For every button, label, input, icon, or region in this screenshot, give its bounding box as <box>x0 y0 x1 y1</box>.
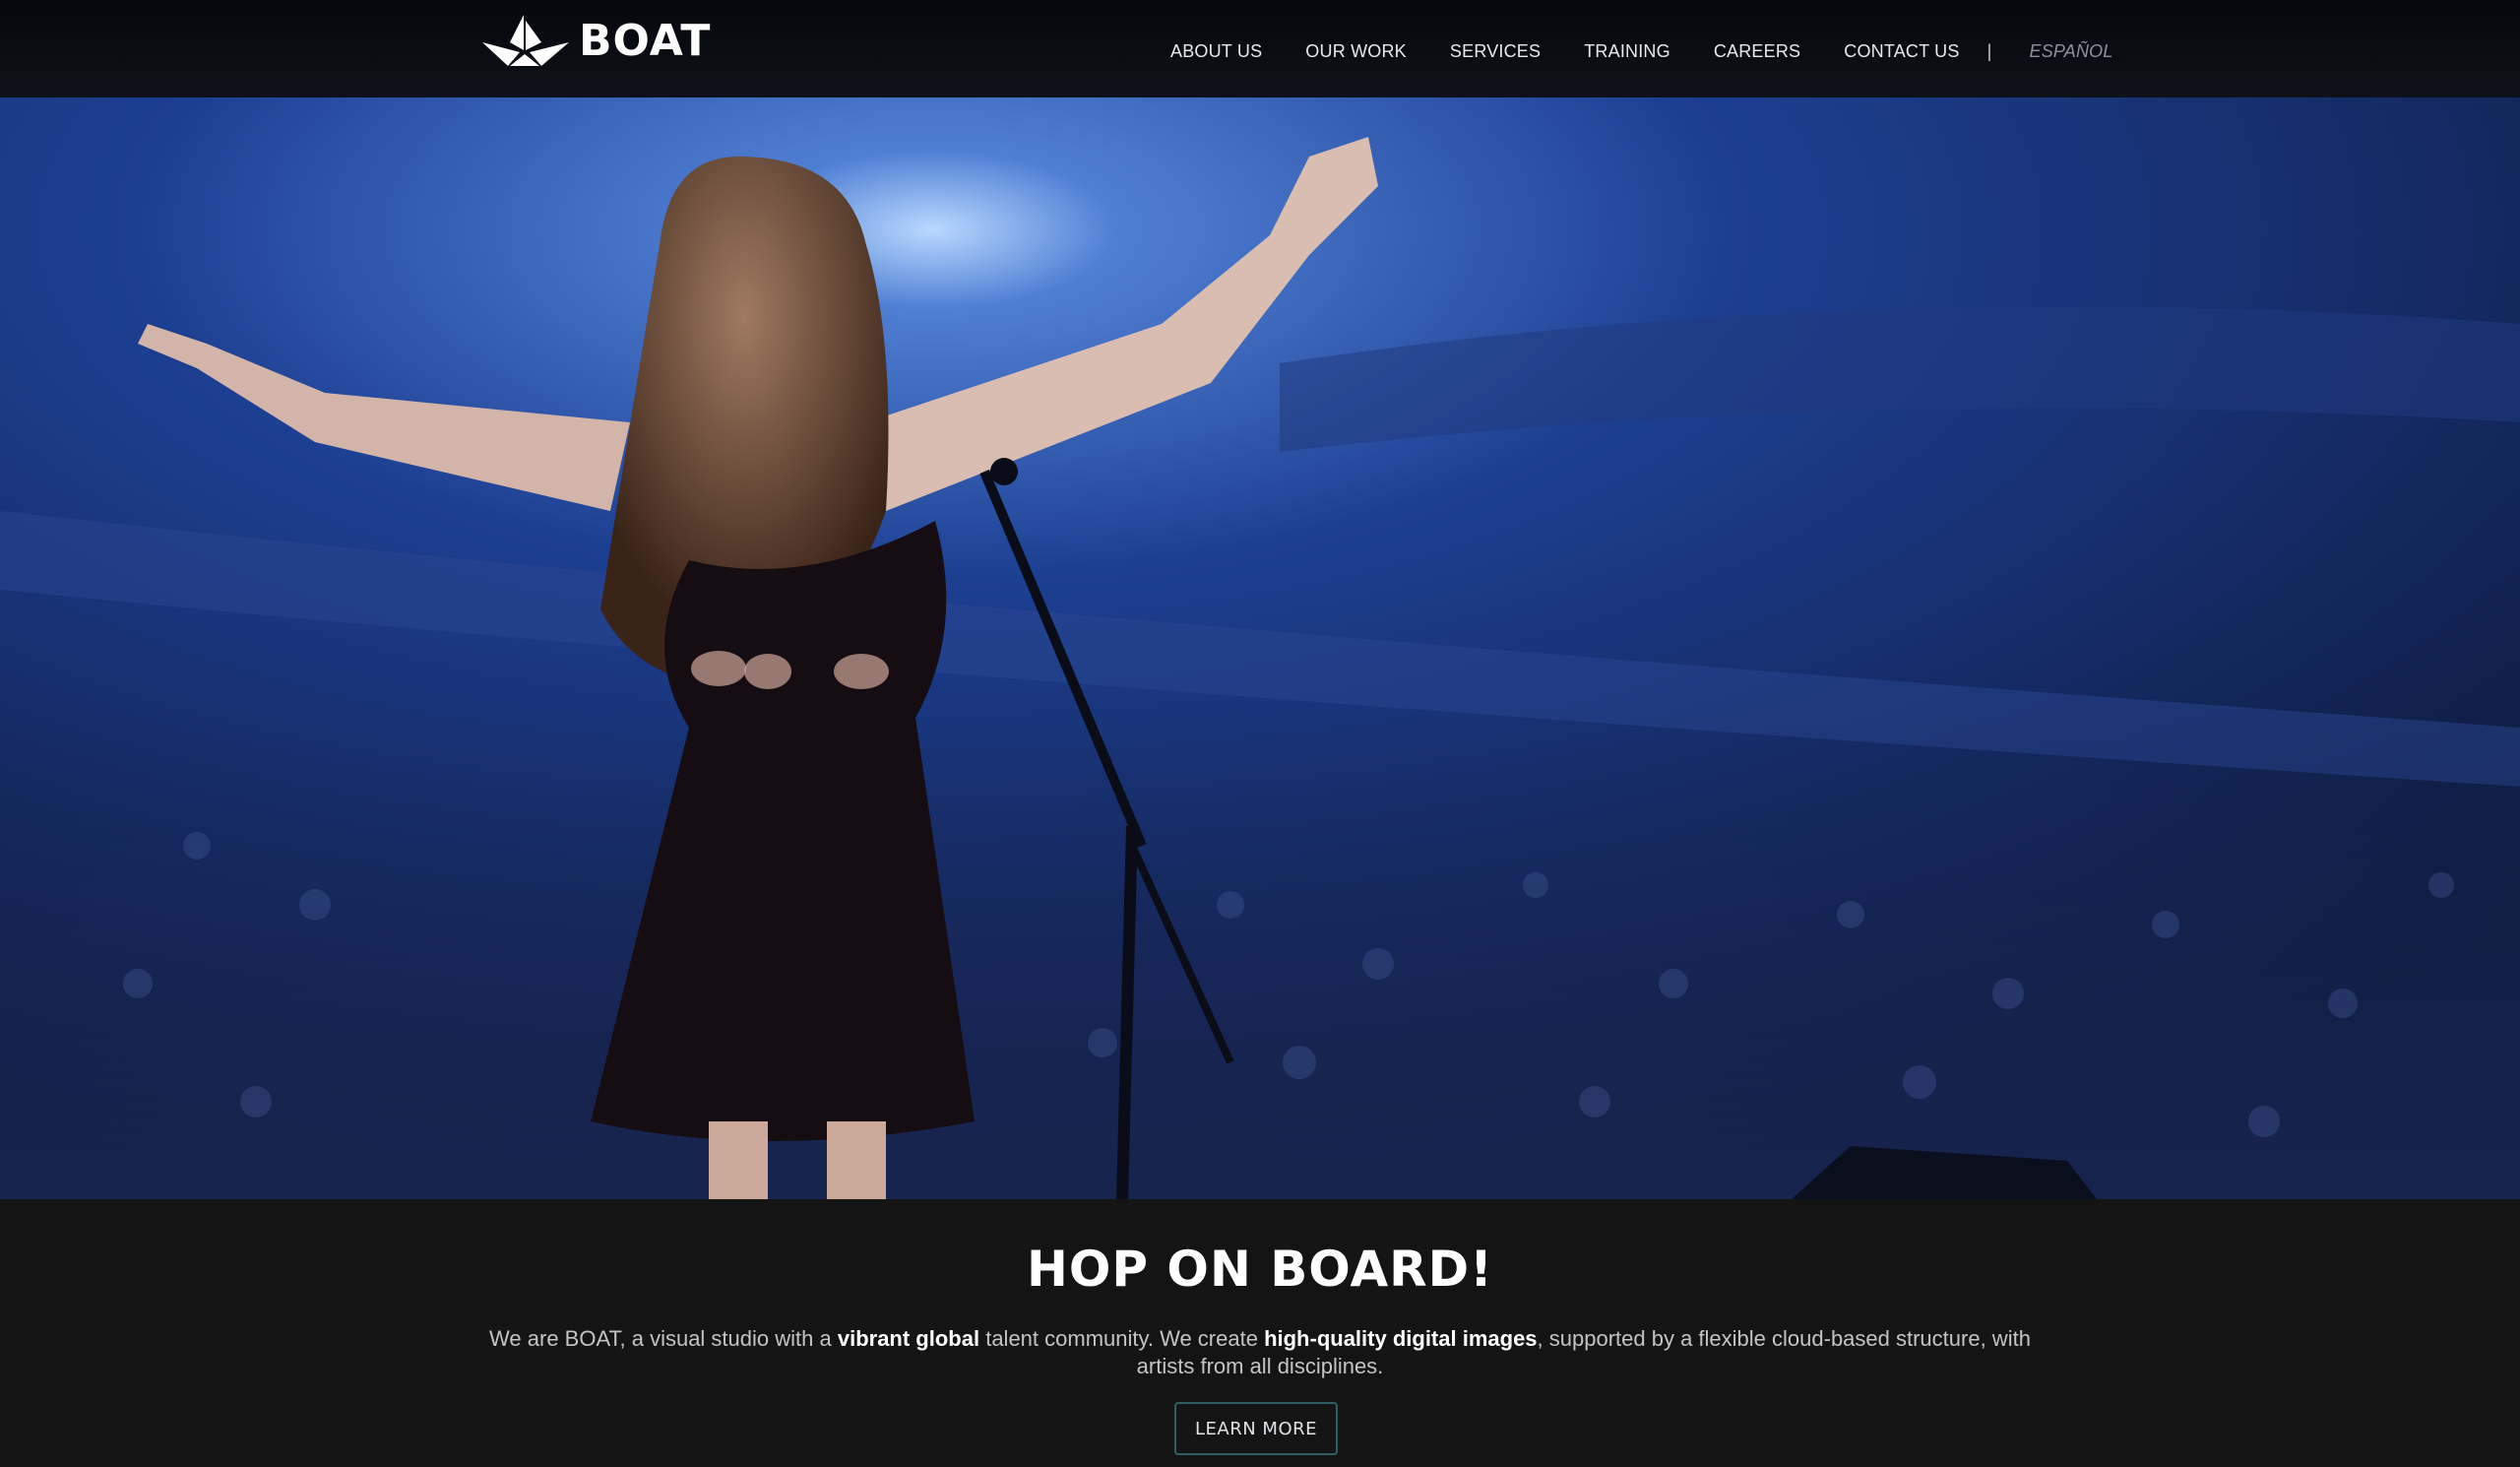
nav-training[interactable]: TRAINING <box>1584 41 1670 62</box>
nav-contact-us[interactable]: CONTACT US <box>1844 41 1959 62</box>
brand-logo[interactable]: BOAT <box>480 12 711 71</box>
nav-about-us[interactable]: ABOUT US <box>1170 41 1262 62</box>
paper-boat-icon <box>482 15 569 66</box>
language-switch[interactable]: ESPAÑOL <box>2029 41 2112 62</box>
intro-text-bold-2: high-quality digital images <box>1264 1326 1538 1351</box>
hero-slider <box>0 97 2520 1199</box>
nav-services[interactable]: SERVICES <box>1450 41 1541 62</box>
concert-singer-photo <box>0 97 2520 1199</box>
main-nav: ABOUT US OUR WORK SERVICES TRAINING CARE… <box>1170 39 2113 63</box>
intro-text-part-1: We are BOAT, a visual studio with a <box>489 1326 838 1351</box>
nav-our-work[interactable]: OUR WORK <box>1305 41 1407 62</box>
intro-text-part-2: talent community. We create <box>979 1326 1265 1351</box>
nav-careers[interactable]: CAREERS <box>1714 41 1800 62</box>
brand-name: BOAT <box>579 16 712 66</box>
learn-more-button[interactable]: LEARN MORE <box>1174 1402 1338 1455</box>
intro-text-bold-1: vibrant global <box>837 1326 980 1351</box>
intro-text: We are BOAT, a visual studio with a vibr… <box>472 1325 2048 1380</box>
site-header: BOAT ABOUT US OUR WORK SERVICES TRAINING… <box>0 0 2520 97</box>
intro-section: HOP ON BOARD! We are BOAT, a visual stud… <box>0 1199 2520 1467</box>
intro-title: HOP ON BOARD! <box>1027 1241 1493 1298</box>
nav-separator: | <box>1986 40 1992 61</box>
